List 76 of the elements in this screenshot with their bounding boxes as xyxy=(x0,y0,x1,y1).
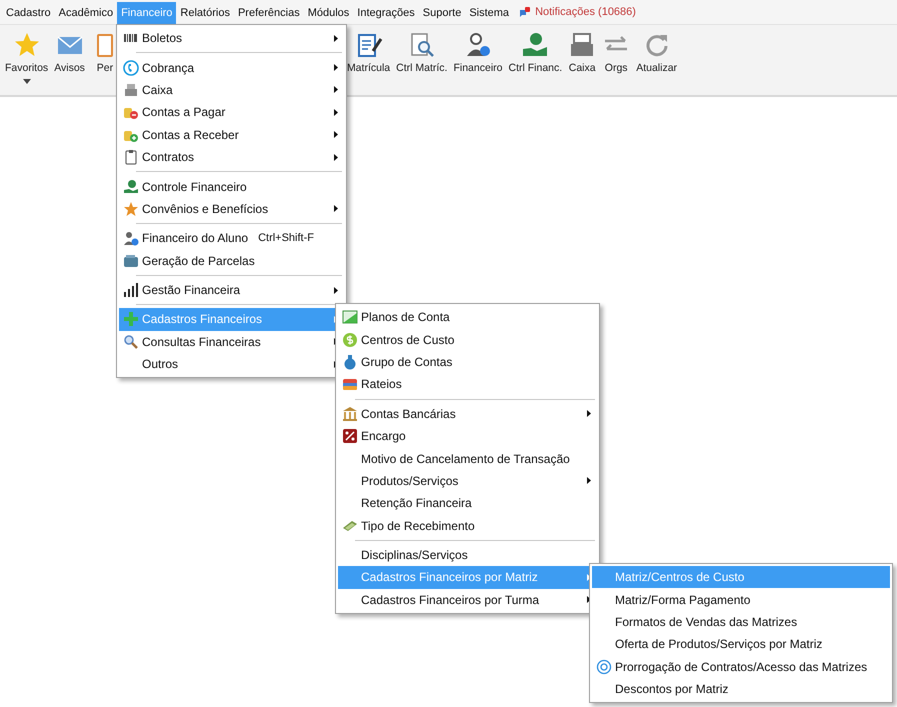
menu-bar-item[interactable]: Relatórios xyxy=(176,2,234,24)
caret-icon xyxy=(334,34,338,42)
menu-item[interactable]: Oferta de Produtos/Serviços por Matriz xyxy=(592,633,890,656)
caret-icon xyxy=(587,410,591,418)
cash-register-icon xyxy=(123,82,139,98)
plus-icon xyxy=(123,311,139,328)
menu-item[interactable]: Descontos por Matriz xyxy=(592,678,890,700)
toolbar-button[interactable]: Ctrl Matríc. xyxy=(393,31,450,74)
wallet-icon xyxy=(123,252,139,269)
menu-item[interactable]: Contas a Receber xyxy=(119,124,344,146)
menu-item[interactable]: Rateios xyxy=(338,373,597,396)
money-bag-icon xyxy=(342,354,358,370)
toolbar-button[interactable]: Orgs xyxy=(599,31,634,74)
cards-icon xyxy=(342,376,358,392)
star-icon xyxy=(123,200,139,217)
menu-bar-item[interactable]: Cadastro xyxy=(2,2,55,24)
menu-item[interactable]: Disciplinas/Serviços xyxy=(338,544,597,566)
toolbar-button[interactable]: Financeiro xyxy=(450,31,506,74)
caret-icon xyxy=(334,205,338,212)
caret-icon xyxy=(334,108,338,116)
dollar-coin-icon xyxy=(342,332,358,348)
caret-icon xyxy=(334,131,338,138)
bank-icon xyxy=(342,406,358,422)
toolbar-button[interactable]: Favoritos xyxy=(2,31,52,84)
caret-icon xyxy=(587,477,591,484)
menu-item[interactable]: Caixa xyxy=(119,78,344,102)
chart-icon xyxy=(342,309,358,326)
hand-money-icon[interactable] xyxy=(521,31,550,59)
menu-item[interactable]: Prorrogação de Contratos/Acesso das Matrizes xyxy=(592,656,890,678)
search-icon xyxy=(123,334,139,350)
copyright-icon xyxy=(596,658,612,675)
menu-item[interactable]: Formatos de Vendas das Matrizes xyxy=(592,610,890,634)
caret-icon xyxy=(334,86,338,94)
menu-bar-item[interactable]: Suporte xyxy=(418,2,466,24)
bar-chart-icon xyxy=(123,282,139,298)
menu-item[interactable]: Grupo de Contas xyxy=(338,350,597,374)
menu-item[interactable]: Contratos xyxy=(119,146,344,168)
menu-item[interactable]: Contas Bancárias xyxy=(338,402,597,425)
menu-item[interactable]: Geração de Parcelas xyxy=(119,250,344,272)
menu-item[interactable]: Encargo xyxy=(338,424,597,448)
toolbar-button[interactable]: Avisos xyxy=(51,31,88,74)
person-money-icon xyxy=(123,230,139,246)
phone-icon xyxy=(123,60,139,76)
menu-bar-item[interactable]: Acadêmico xyxy=(54,2,118,24)
shortcut-text: Ctrl+Shift-F xyxy=(258,232,314,244)
toolbar-button[interactable]: Matrícula xyxy=(344,31,394,74)
menu-item[interactable]: Controle Financeiro xyxy=(119,175,344,198)
star-icon[interactable] xyxy=(12,31,41,59)
menu-item[interactable]: Matriz/Forma Pagamento xyxy=(592,588,890,611)
menu-item[interactable]: Motivo de Cancelamento de Transação xyxy=(338,447,597,470)
toolbar-button[interactable]: Ctrl Financ. xyxy=(506,31,566,74)
toolbar-button[interactable]: Atualizar xyxy=(633,31,680,74)
toolbar-button[interactable]: Caixa xyxy=(565,31,600,74)
chat-bubble-icon[interactable] xyxy=(519,6,530,18)
notifications-link[interactable]: Notificações (10686) xyxy=(535,6,636,18)
menu-item[interactable]: Financeiro do Aluno Ctrl+Shift-F xyxy=(119,227,344,250)
caret-icon xyxy=(334,64,338,72)
menu-item[interactable]: Convênios e Benefícios xyxy=(119,198,344,220)
menu-item[interactable]: Boletos xyxy=(119,27,344,50)
menu-item[interactable]: Cobrança xyxy=(119,56,344,79)
percent-icon xyxy=(342,428,358,444)
menu-item[interactable]: Contas a Pagar xyxy=(119,101,344,124)
menu-bar-item[interactable]: Módulos xyxy=(304,2,354,24)
menu-bar-item[interactable]: Sistema xyxy=(465,2,514,24)
menu-item[interactable]: Produtos/Serviços xyxy=(338,470,597,492)
menu-bar-item[interactable]: Integrações xyxy=(353,2,419,24)
caret-down-icon[interactable] xyxy=(22,79,31,84)
menu-item[interactable]: Tipo de Recebimento xyxy=(338,514,597,537)
caret-icon xyxy=(334,154,338,161)
menu-bar-item[interactable]: Preferências xyxy=(234,2,304,24)
menu-item[interactable]: Retenção Financeira xyxy=(338,492,597,515)
clipboard-icon xyxy=(123,149,139,166)
caret-icon xyxy=(334,286,338,294)
hand-money-icon xyxy=(123,178,139,195)
menu-item[interactable]: Gestão Financeira xyxy=(119,278,344,302)
toolbar-button[interactable]: Per xyxy=(88,31,122,74)
